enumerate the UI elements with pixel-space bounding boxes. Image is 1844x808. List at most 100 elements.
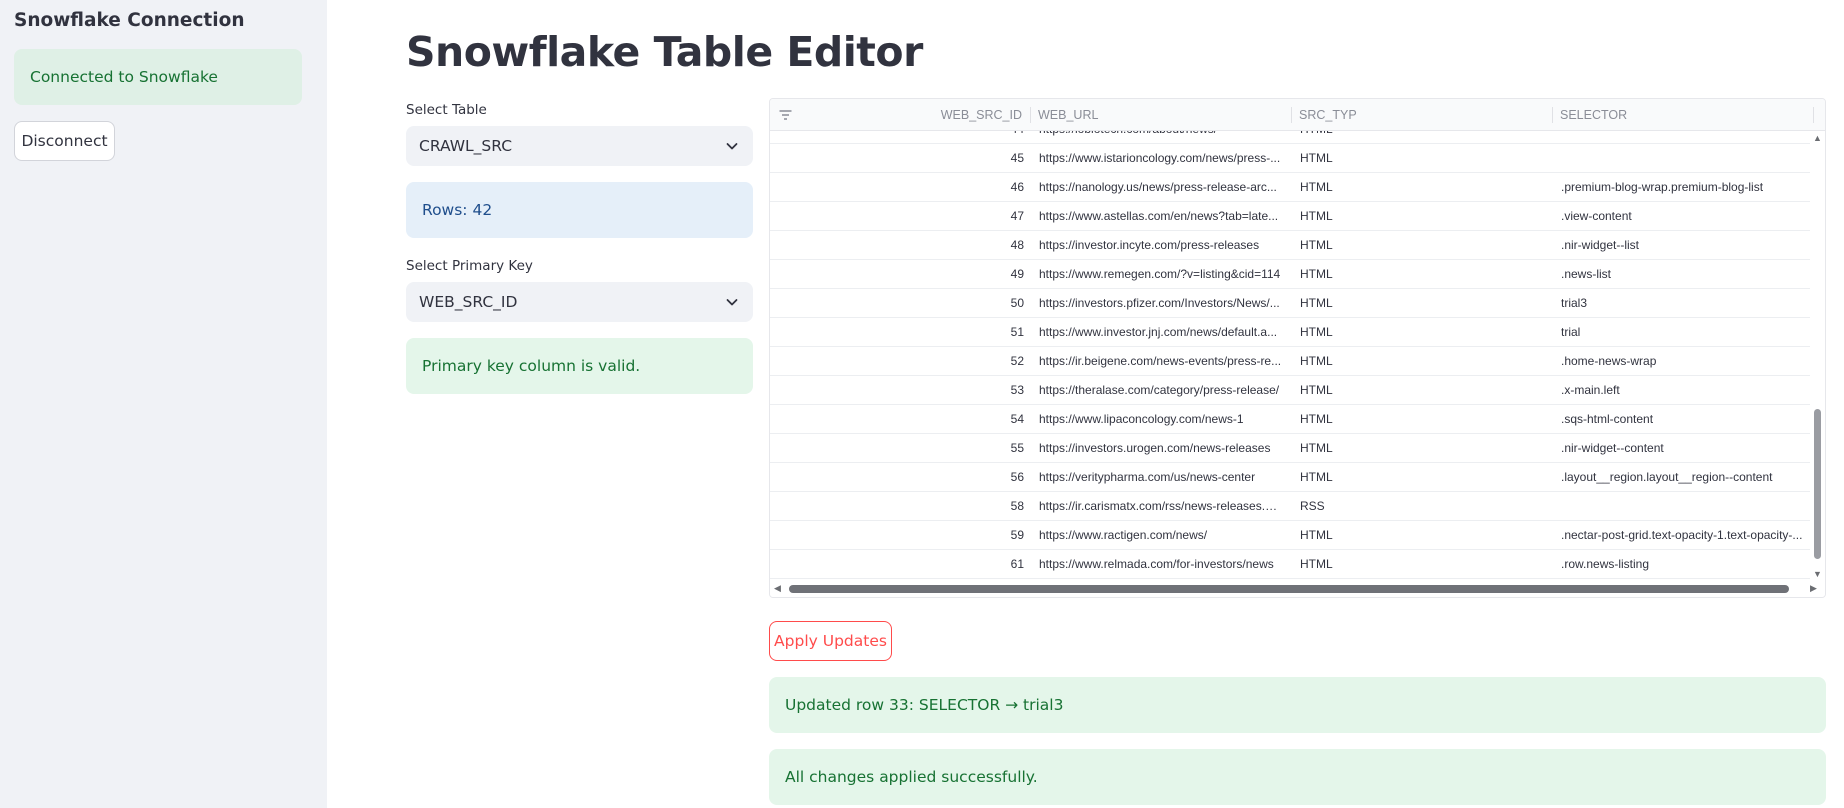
column-divider[interactable] xyxy=(1813,107,1814,123)
cell-web-src-id[interactable]: 52 xyxy=(770,347,1024,376)
cell-web-url[interactable]: https://www.ractigen.com/news/ xyxy=(1039,521,1283,550)
cell-web-src-id[interactable]: 44 xyxy=(770,131,1024,144)
scroll-left-icon[interactable]: ◀ xyxy=(774,583,781,594)
cell-selector[interactable]: .nectar-post-grid.text-opacity-1.text-op… xyxy=(1561,521,1807,550)
column-header-web-src-id[interactable]: WEB_SRC_ID xyxy=(770,99,1022,131)
cell-web-url[interactable]: https://www.remegen.com/?v=listing&cid=1… xyxy=(1039,260,1283,289)
cell-web-src-id[interactable]: 45 xyxy=(770,144,1024,173)
cell-src-typ[interactable]: HTML xyxy=(1300,521,1540,550)
cell-web-src-id[interactable]: 47 xyxy=(770,202,1024,231)
cell-selector[interactable]: .sqs-html-content xyxy=(1561,405,1807,434)
cell-web-url[interactable]: https://www.lipaconcology.com/news-1 xyxy=(1039,405,1283,434)
cell-web-src-id[interactable]: 46 xyxy=(770,173,1024,202)
table-row[interactable]: 56 https://veritypharma.com/us/news-cente… xyxy=(770,463,1810,492)
column-divider[interactable] xyxy=(1291,107,1292,123)
cell-src-typ[interactable]: HTML xyxy=(1300,231,1540,260)
cell-src-typ[interactable]: HTML xyxy=(1300,347,1540,376)
column-divider[interactable] xyxy=(1030,107,1031,123)
cell-web-src-id[interactable]: 56 xyxy=(770,463,1024,492)
cell-src-typ[interactable]: RSS xyxy=(1300,492,1540,521)
table-row[interactable]: 45 https://www.istarioncology.com/news/pr… xyxy=(770,144,1810,173)
cell-web-url[interactable]: https://investors.urogen.com/news-releas… xyxy=(1039,434,1283,463)
cell-selector[interactable]: .layout__region.layout__region--content xyxy=(1561,463,1807,492)
cell-src-typ[interactable]: HTML xyxy=(1300,318,1540,347)
data-grid[interactable]: WEB_SRC_ID WEB_URL SRC_TYP SELECTOR 44 ht… xyxy=(769,98,1826,598)
cell-src-typ[interactable]: HTML xyxy=(1300,463,1540,492)
cell-web-src-id[interactable]: 59 xyxy=(770,521,1024,550)
cell-src-typ[interactable]: HTML xyxy=(1300,202,1540,231)
cell-web-url[interactable]: https://ir.beigene.com/news-events/press… xyxy=(1039,347,1283,376)
cell-src-typ[interactable]: HTML xyxy=(1300,173,1540,202)
scroll-up-icon[interactable]: ▲ xyxy=(1813,133,1822,143)
cell-web-src-id[interactable]: 51 xyxy=(770,318,1024,347)
cell-selector[interactable]: .news-list xyxy=(1561,260,1807,289)
cell-web-url[interactable]: https://ir.carismatx.com/rss/news-releas… xyxy=(1039,492,1283,521)
cell-web-url[interactable]: https://veritypharma.com/us/news-center xyxy=(1039,463,1283,492)
table-row[interactable]: 47 https://www.astellas.com/en/news?tab=l… xyxy=(770,202,1810,231)
cell-selector[interactable]: .home-news-wrap xyxy=(1561,347,1807,376)
cell-selector[interactable]: .nir-widget--list xyxy=(1561,231,1807,260)
vertical-scrollbar[interactable]: ▲ ▼ xyxy=(1810,131,1825,581)
cell-web-src-id[interactable]: 50 xyxy=(770,289,1024,318)
cell-web-src-id[interactable]: 58 xyxy=(770,492,1024,521)
table-row[interactable]: 54 https://www.lipaconcology.com/news-1 HT… xyxy=(770,405,1810,434)
cell-src-typ[interactable]: HTML xyxy=(1300,289,1540,318)
cell-web-url[interactable]: https://www.investor.jnj.com/news/defaul… xyxy=(1039,318,1283,347)
cell-web-url[interactable]: https://www.istarioncology.com/news/pres… xyxy=(1039,144,1283,173)
scroll-right-icon[interactable]: ▶ xyxy=(1810,583,1817,594)
cell-selector[interactable]: .x-main.left xyxy=(1561,376,1807,405)
select-pk-dropdown[interactable]: WEB_SRC_ID xyxy=(406,282,753,322)
cell-selector[interactable]: .row.news-listing xyxy=(1561,550,1807,579)
horizontal-scrollbar[interactable]: ◀ ▶ xyxy=(770,581,1825,597)
cell-web-src-id[interactable]: 55 xyxy=(770,434,1024,463)
cell-web-url[interactable]: https://investors.pfizer.com/Investors/N… xyxy=(1039,289,1283,318)
cell-web-src-id[interactable]: 49 xyxy=(770,260,1024,289)
cell-web-url[interactable]: https://www.relmada.com/for-investors/ne… xyxy=(1039,550,1283,579)
table-row[interactable]: 51 https://www.investor.jnj.com/news/defa… xyxy=(770,318,1810,347)
cell-selector[interactable]: trial3 xyxy=(1561,289,1807,318)
cell-web-src-id[interactable]: 53 xyxy=(770,376,1024,405)
cell-web-src-id[interactable]: 61 xyxy=(770,550,1024,579)
cell-src-typ[interactable]: HTML xyxy=(1300,434,1540,463)
cell-src-typ[interactable]: HTML xyxy=(1300,260,1540,289)
cell-selector[interactable] xyxy=(1561,492,1807,521)
table-row[interactable]: 48 https://investor.incyte.com/press-rele… xyxy=(770,231,1810,260)
table-row[interactable]: 58 https://ir.carismatx.com/rss/news-rele… xyxy=(770,492,1810,521)
cell-src-typ[interactable]: HTML xyxy=(1300,550,1540,579)
cell-selector[interactable]: .nir-widget--content xyxy=(1561,434,1807,463)
cell-web-url[interactable]: https://theralase.com/category/press-rel… xyxy=(1039,376,1283,405)
cell-src-typ[interactable]: HTML xyxy=(1300,376,1540,405)
cell-web-url[interactable]: https://www.astellas.com/en/news?tab=lat… xyxy=(1039,202,1283,231)
cell-web-url[interactable]: https://lobiotech.com/about/news/ xyxy=(1039,131,1283,144)
column-header-src-typ[interactable]: SRC_TYP xyxy=(1299,99,1357,131)
cell-web-url[interactable]: https://investor.incyte.com/press-releas… xyxy=(1039,231,1283,260)
horizontal-scroll-thumb[interactable] xyxy=(789,585,1789,593)
table-row[interactable]: 55 https://investors.urogen.com/news-rele… xyxy=(770,434,1810,463)
column-divider[interactable] xyxy=(1552,107,1553,123)
cell-selector[interactable]: .view-content xyxy=(1561,202,1807,231)
table-row[interactable]: 46 https://nanology.us/news/press-release… xyxy=(770,173,1810,202)
vertical-scroll-thumb[interactable] xyxy=(1814,409,1821,559)
cell-src-typ[interactable]: HTML xyxy=(1300,144,1540,173)
cell-src-typ[interactable]: HTML xyxy=(1300,131,1540,144)
select-table-dropdown[interactable]: CRAWL_SRC xyxy=(406,126,753,166)
disconnect-button[interactable]: Disconnect xyxy=(14,121,115,161)
cell-selector[interactable] xyxy=(1561,131,1807,144)
column-header-selector[interactable]: SELECTOR xyxy=(1560,99,1627,131)
table-row[interactable]: 49 https://www.remegen.com/?v=listing&cid… xyxy=(770,260,1810,289)
cell-src-typ[interactable]: HTML xyxy=(1300,405,1540,434)
table-row[interactable]: 61 https://www.relmada.com/for-investors/… xyxy=(770,550,1810,579)
table-row[interactable]: 52 https://ir.beigene.com/news-events/pre… xyxy=(770,347,1810,376)
cell-selector[interactable]: trial xyxy=(1561,318,1807,347)
table-row[interactable]: 59 https://www.ractigen.com/news/HTML .nec… xyxy=(770,521,1810,550)
cell-selector[interactable]: .premium-blog-wrap.premium-blog-list xyxy=(1561,173,1807,202)
scroll-down-icon[interactable]: ▼ xyxy=(1813,569,1822,579)
table-row[interactable]: 50 https://investors.pfizer.com/Investors… xyxy=(770,289,1810,318)
cell-web-src-id[interactable]: 48 xyxy=(770,231,1024,260)
cell-selector[interactable] xyxy=(1561,144,1807,173)
cell-web-src-id[interactable]: 54 xyxy=(770,405,1024,434)
table-row[interactable]: 53 https://theralase.com/category/press-r… xyxy=(770,376,1810,405)
cell-web-url[interactable]: https://nanology.us/news/press-release-a… xyxy=(1039,173,1283,202)
table-row[interactable]: 44 https://lobiotech.com/about/news/HTML xyxy=(770,131,1810,144)
apply-updates-button[interactable]: Apply Updates xyxy=(769,621,892,661)
